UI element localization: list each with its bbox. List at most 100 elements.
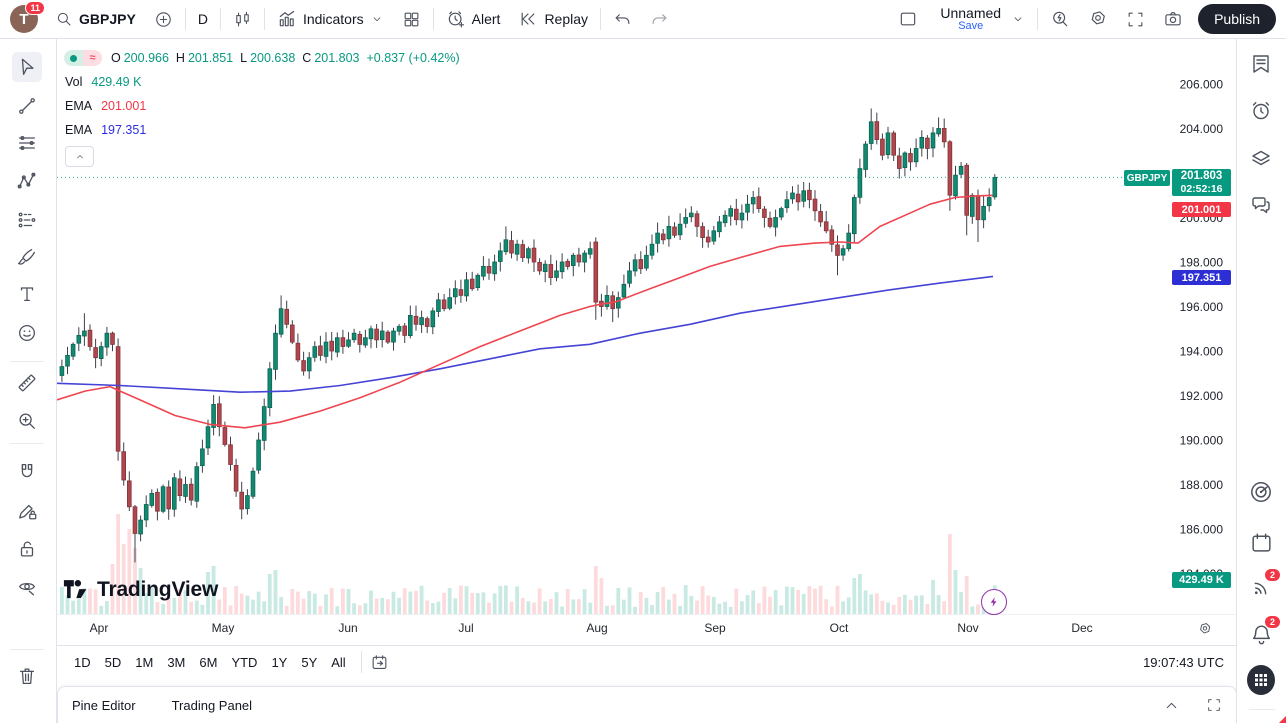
layout-select-button[interactable] [889,4,927,34]
go-to-date-button[interactable] [370,653,389,672]
last-price-value: 201.803 [1181,170,1223,183]
candle [189,484,193,500]
legend-ema-slow-row[interactable]: EMA 197.351 [65,123,146,137]
toolbar-separator [1037,8,1038,30]
user-avatar[interactable]: T 11 [10,5,38,33]
volume-label: Vol [65,75,82,89]
range-toolbar: 1D5D1M3M6MYTD1Y5YAll 19:07:43 UTC [57,645,1236,678]
replay-button[interactable]: Replay [509,4,597,34]
tab-pine-editor[interactable]: Pine Editor [72,698,136,713]
drawing-mode-button[interactable] [12,496,42,526]
alert-label: Alert [472,11,501,27]
clock-timezone-button[interactable]: 19:07:43 UTC [1143,655,1224,670]
hide-drawings-button[interactable] [12,572,42,602]
symbol-search-button[interactable]: GBPJPY [46,4,145,34]
remove-drawings-button[interactable] [12,661,42,691]
range-button-5d[interactable]: 5D [98,652,129,673]
alerts-panel-button[interactable] [1247,97,1275,125]
fullscreen-button[interactable] [1117,4,1154,34]
compare-add-button[interactable] [145,4,182,34]
measure-tool-button[interactable] [12,368,42,398]
volume-bar [431,603,435,614]
volume-bar [425,600,429,614]
apps-menu-button[interactable] [1247,666,1275,694]
legend-ema-fast-row[interactable]: EMA 201.001 [65,99,146,113]
axis-settings-button[interactable] [1197,621,1213,637]
candle [246,496,250,509]
volume-bar [970,606,974,614]
range-button-all[interactable]: All [324,652,352,673]
volume-bar [639,592,643,614]
time-axis-label-dec: Dec [1071,621,1092,635]
text-tool-button[interactable] [12,279,42,309]
range-button-5y[interactable]: 5Y [294,652,324,673]
tab-trading-panel[interactable]: Trading Panel [172,698,252,713]
chart-settings-button[interactable] [1079,4,1117,34]
pattern-tool-button[interactable] [12,166,42,196]
calendar-go-icon [370,653,389,672]
notifications-button[interactable]: 2 [1247,620,1275,648]
object-tree-button[interactable] [1247,144,1275,172]
candle [869,122,873,144]
calendar-button[interactable] [1247,528,1275,556]
layout-templates-button[interactable] [393,4,430,34]
candle [122,452,126,480]
emoji-tool-button[interactable] [12,318,42,348]
legend-main-row[interactable]: ≈ O200.966 H201.851 L200.638 C201.803 +0… [64,50,460,66]
zoom-in-tool-button[interactable] [12,406,42,436]
candle [83,331,87,336]
fib-tool-button[interactable] [12,128,42,158]
cursor-tool-button[interactable] [12,52,42,82]
legend-volume-row[interactable]: Vol 429.49 K [65,75,141,89]
ema_slow-line[interactable] [57,276,993,392]
quick-search-button[interactable] [1041,4,1079,34]
range-button-6m[interactable]: 6M [192,652,224,673]
candle [768,218,772,226]
interval-button[interactable]: D [189,4,217,34]
range-button-1d[interactable]: 1D [67,652,98,673]
volume-bar [858,574,862,614]
undo-button[interactable] [604,4,641,34]
lock-drawings-button[interactable] [12,534,42,564]
last-price-badge[interactable]: 201.803 02:52:16 [1172,169,1231,196]
time-axis[interactable]: AprMayJunJulAugSepOctNovDec [57,614,1236,646]
chart-style-button[interactable] [224,4,261,34]
market-scanner-button[interactable] [1247,478,1275,506]
quick-trade-button[interactable] [981,589,1007,615]
redo-arrow-icon [650,10,669,29]
price-chart[interactable]: 206.000204.000202.000200.000198.000196.0… [57,39,1236,614]
publish-button[interactable]: Publish [1198,4,1276,34]
redo-button[interactable] [641,4,678,34]
chat-button[interactable] [1247,191,1275,219]
brush-tool-button[interactable] [12,242,42,272]
volume-bar [99,606,103,614]
volume-bar [420,586,424,614]
candle [785,200,789,208]
volume-bar [453,598,457,614]
save-layout-link[interactable]: Save [958,21,983,33]
panel-maximize-icon[interactable] [1206,697,1222,713]
range-button-ytd[interactable]: YTD [224,652,264,673]
volume-bar [195,601,199,614]
alert-clock-icon [446,9,466,29]
volume-bar [909,600,913,614]
legend-collapse-button[interactable] [65,146,94,167]
range-button-3m[interactable]: 3M [160,652,192,673]
forecast-tool-button[interactable] [12,205,42,235]
candle [763,209,767,217]
layout-name-button[interactable]: Unnamed Save [927,4,1034,34]
snapshot-button[interactable] [1154,4,1192,34]
magnet-mode-button[interactable] [12,457,42,487]
trend-line-tool-button[interactable] [12,91,42,121]
range-button-1m[interactable]: 1M [128,652,160,673]
watchlist-button[interactable] [1247,50,1275,78]
candle [729,209,733,217]
candle [594,242,598,302]
indicators-button[interactable]: Indicators [268,4,393,34]
range-button-1y[interactable]: 1Y [264,652,294,673]
candle [408,315,412,335]
candle [133,507,137,534]
alert-button[interactable]: Alert [437,4,510,34]
panel-expand-chevron-icon[interactable] [1163,697,1180,714]
streams-button[interactable]: 2 [1247,573,1275,601]
